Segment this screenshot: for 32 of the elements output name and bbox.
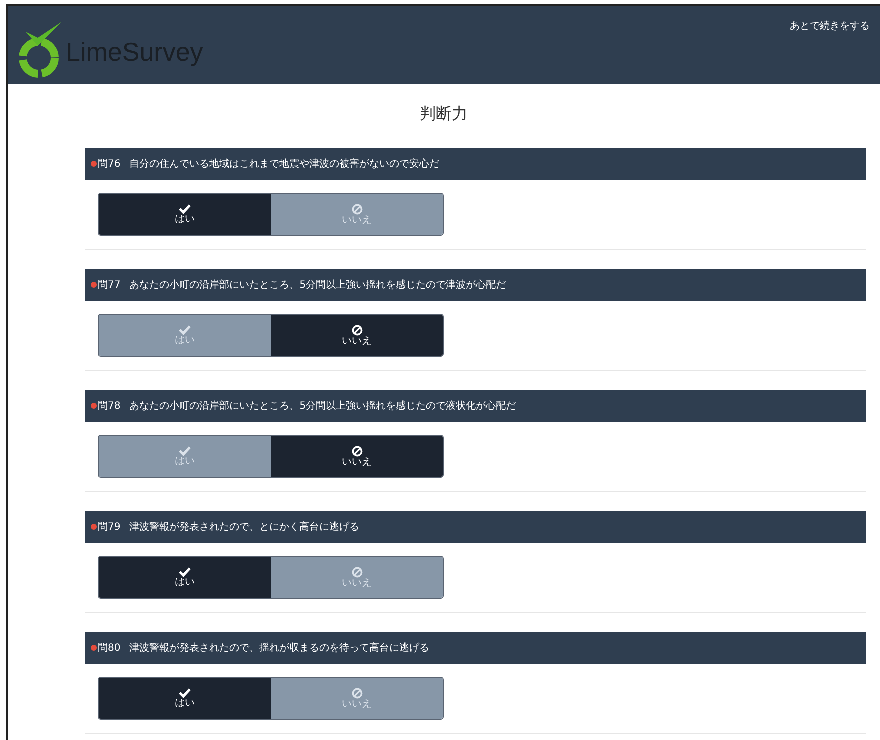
group-title: 判断力 — [419, 103, 469, 125]
question-text: 津波警報が発表されたので、揺れが収まるのを待って高台に逃げる — [130, 642, 430, 656]
check-icon — [179, 446, 191, 456]
required-dot-icon — [91, 161, 97, 167]
resume-later-link[interactable]: あとで続きをする — [790, 19, 870, 34]
question-number: 問79 — [98, 520, 121, 534]
check-icon — [179, 567, 191, 577]
prohibited-icon — [352, 324, 362, 336]
question-text: あなたの小町の沿岸部にいたところ、5分間以上強い揺れを感じたので液状化が心配だ — [130, 400, 516, 414]
check-icon — [179, 204, 191, 214]
check-icon — [179, 688, 191, 698]
question-number: 問76 — [98, 158, 121, 172]
question-text: あなたの小町の沿岸部にいたところ、5分間以上強い揺れを感じたので津波が心配だ — [130, 278, 506, 292]
question-number: 問78 — [98, 400, 121, 414]
yes-button[interactable]: はい — [99, 557, 271, 598]
required-dot-icon — [91, 645, 97, 651]
required-dot-icon — [91, 282, 97, 288]
required-dot-icon — [91, 524, 97, 530]
no-button[interactable]: いいえ — [271, 436, 443, 477]
prohibited-icon — [352, 446, 362, 456]
yes-button[interactable]: はい — [99, 678, 271, 719]
question-number: 問80 — [98, 642, 121, 656]
prohibited-icon — [352, 566, 362, 578]
required-dot-icon — [91, 403, 97, 409]
check-icon — [179, 325, 191, 335]
question-number: 問77 — [98, 278, 121, 292]
no-button[interactable]: いいえ — [271, 315, 443, 356]
prohibited-icon — [352, 688, 362, 698]
prohibited-icon — [352, 204, 362, 214]
question-text: 自分の住んでいる地域はこれまで地震や津波の被害がないので安心だ — [130, 158, 440, 172]
yes-button[interactable]: はい — [99, 194, 271, 235]
question-text: 津波警報が発表されたので、とにかく高台に逃げる — [130, 520, 360, 534]
